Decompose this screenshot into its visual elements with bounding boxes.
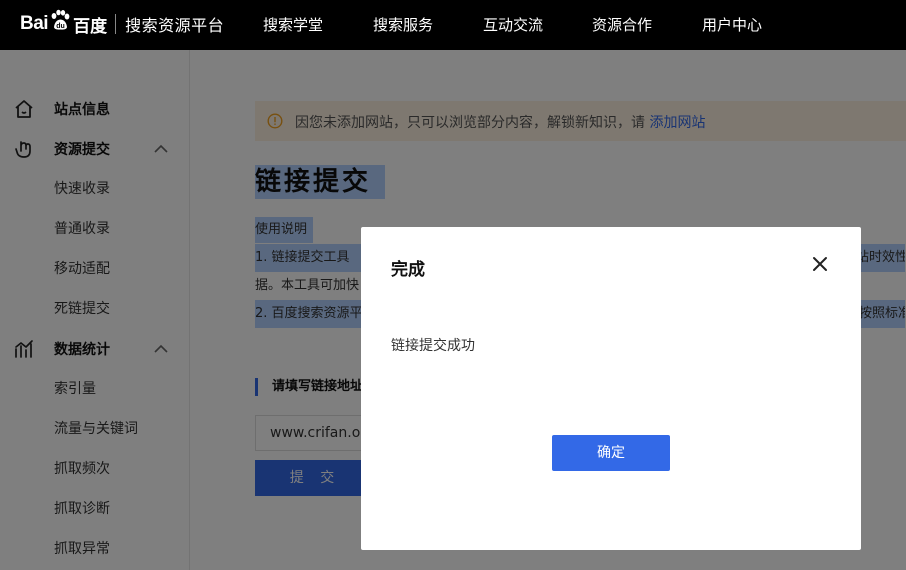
dialog-message: 链接提交成功: [391, 338, 475, 354]
nav-search-school[interactable]: 搜索学堂: [263, 14, 323, 35]
nav-user-center[interactable]: 用户中心: [702, 14, 762, 35]
nav-interaction[interactable]: 互动交流: [483, 14, 543, 35]
logo-text-baidu: 百度: [73, 16, 108, 37]
success-dialog: 完成 链接提交成功 确定: [361, 227, 861, 550]
platform-title: 搜索资源平台: [125, 16, 225, 35]
svg-text:du: du: [56, 23, 65, 30]
top-nav: Bai du 百度 搜索资源平台 搜索学堂 搜索服务 互动交流 资源合作 用户中…: [0, 0, 906, 50]
confirm-button[interactable]: 确定: [552, 435, 670, 471]
nav-cooperation[interactable]: 资源合作: [592, 14, 652, 35]
baidu-paw-icon: du: [51, 9, 70, 30]
nav-search-service[interactable]: 搜索服务: [373, 14, 433, 35]
close-icon[interactable]: [810, 254, 830, 274]
baidu-logo[interactable]: Bai du 百度 搜索资源平台: [20, 4, 224, 44]
logo-text-bai: Bai: [20, 13, 49, 34]
logo-divider: [115, 14, 117, 34]
dialog-title: 完成: [391, 260, 425, 280]
